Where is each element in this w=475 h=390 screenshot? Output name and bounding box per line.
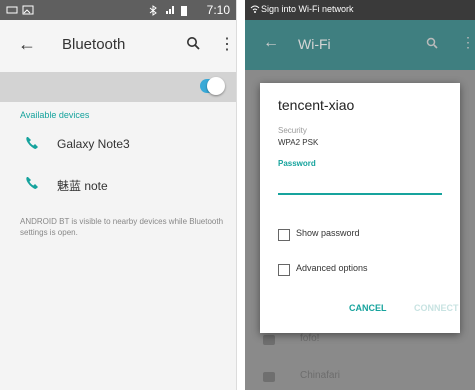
bluetooth-status-icon bbox=[149, 5, 157, 19]
device-name: 魅蓝 note bbox=[57, 179, 108, 193]
image-icon bbox=[22, 5, 34, 18]
wifi-notification-icon bbox=[250, 4, 260, 17]
available-devices-header: Available devices bbox=[20, 110, 90, 120]
more-options-icon[interactable]: ⋮ bbox=[219, 34, 235, 54]
show-password-label: Show password bbox=[296, 228, 360, 238]
search-icon[interactable] bbox=[426, 36, 438, 54]
security-label: Security bbox=[278, 126, 307, 135]
dialog-title: tencent-xiao bbox=[278, 97, 355, 113]
cancel-button[interactable]: CANCEL bbox=[345, 301, 391, 315]
status-time: 7:10 bbox=[206, 3, 230, 17]
password-input[interactable] bbox=[278, 175, 442, 195]
phone-icon bbox=[24, 135, 40, 156]
bluetooth-switch[interactable] bbox=[200, 77, 225, 95]
wifi-network-item[interactable]: Chinafari bbox=[245, 364, 475, 390]
switch-knob bbox=[207, 77, 225, 95]
wifi-icon bbox=[263, 372, 275, 382]
status-text: Sign into Wi-Fi network bbox=[261, 4, 354, 14]
wifi-screen: Sign into Wi-Fi network ← Wi-Fi ⋮ fofo! … bbox=[245, 0, 475, 390]
notification-icon bbox=[6, 5, 18, 18]
password-label: Password bbox=[278, 159, 316, 168]
page-title: Wi-Fi bbox=[298, 36, 331, 52]
network-name: Chinafari bbox=[300, 370, 341, 381]
wifi-password-dialog: tencent-xiao Security WPA2 PSK Password … bbox=[260, 83, 460, 333]
bluetooth-screen: 7:10 ← Bluetooth ⋮ Available devices Gal… bbox=[0, 0, 237, 390]
device-item[interactable]: Galaxy Note3 bbox=[0, 127, 236, 161]
app-toolbar: ← Wi-Fi ⋮ bbox=[245, 20, 475, 70]
more-options-icon[interactable]: ⋮ bbox=[461, 34, 475, 51]
page-title: Bluetooth bbox=[62, 36, 126, 53]
status-bar: 7:10 bbox=[0, 0, 236, 20]
device-item[interactable]: 魅蓝 note bbox=[0, 167, 236, 201]
visibility-info-text: ANDROID BT is visible to nearby devices … bbox=[20, 217, 224, 237]
security-value: WPA2 PSK bbox=[278, 138, 319, 147]
signal-icon bbox=[165, 5, 175, 18]
device-name: Galaxy Note3 bbox=[57, 137, 130, 151]
bluetooth-toggle-row[interactable] bbox=[0, 72, 236, 102]
phone-icon bbox=[24, 175, 40, 196]
search-icon[interactable] bbox=[186, 36, 200, 55]
back-arrow-icon[interactable]: ← bbox=[263, 34, 279, 52]
back-arrow-icon[interactable]: ← bbox=[18, 34, 36, 55]
show-password-checkbox[interactable] bbox=[278, 229, 290, 241]
advanced-options-label: Advanced options bbox=[296, 263, 368, 273]
status-bar: Sign into Wi-Fi network bbox=[245, 0, 475, 20]
battery-icon bbox=[181, 5, 188, 19]
wifi-icon bbox=[263, 335, 275, 345]
network-name: fofo! bbox=[300, 333, 320, 344]
connect-button[interactable]: CONNECT bbox=[410, 301, 463, 315]
advanced-options-checkbox[interactable] bbox=[278, 264, 290, 276]
app-toolbar: ← Bluetooth ⋮ bbox=[0, 20, 236, 73]
